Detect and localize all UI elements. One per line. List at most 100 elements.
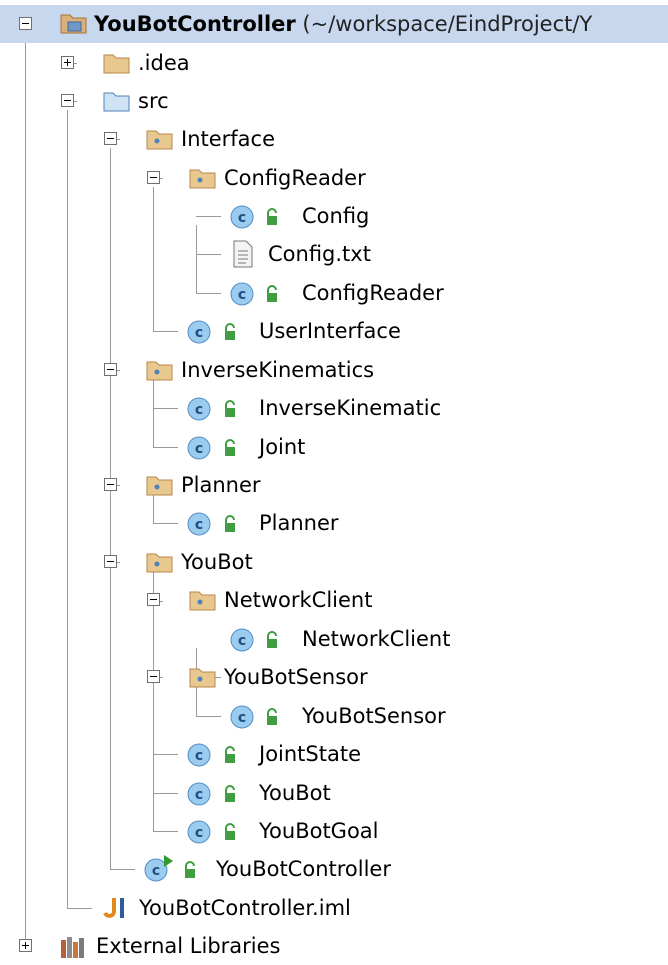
- tree-node-label: YouBotController: [216, 857, 391, 881]
- tree-node-label: YouBotSensor: [224, 665, 368, 689]
- tree-node-label: NetworkClient: [224, 588, 373, 612]
- tree-node-label: YouBot: [259, 781, 331, 805]
- package-icon: [146, 473, 174, 502]
- expand-toggle[interactable]: [19, 939, 32, 952]
- public-access-icon: [222, 822, 238, 846]
- svg-text:c: c: [238, 710, 246, 726]
- public-access-icon: [222, 514, 238, 538]
- svg-text:c: c: [238, 210, 246, 226]
- collapse-toggle[interactable]: [104, 555, 117, 568]
- library-icon: [59, 934, 89, 965]
- class-icon: c: [186, 319, 214, 350]
- collapse-toggle[interactable]: [147, 593, 160, 606]
- public-access-icon: [222, 784, 238, 808]
- tree-node-label: Joint: [259, 435, 306, 459]
- class-icon: c: [229, 627, 257, 658]
- class-icon: c: [186, 435, 214, 466]
- tree-node-configreader-package[interactable]: ConfigReader: [0, 159, 668, 197]
- tree-node-joint-class[interactable]: c Joint: [0, 428, 668, 466]
- collapse-toggle[interactable]: [104, 132, 117, 145]
- public-access-icon: [222, 438, 238, 462]
- tree-node-label: YouBotGoal: [259, 819, 379, 843]
- tree-node-label: YouBotSensor: [302, 704, 446, 728]
- tree-node-external-libraries[interactable]: External Libraries: [0, 927, 668, 965]
- package-icon: [189, 665, 217, 694]
- tree-node-configreader-class[interactable]: c ConfigReader: [0, 274, 668, 312]
- tree-node-inversekinematic-class[interactable]: c InverseKinematic: [0, 389, 668, 427]
- tree-node-root[interactable]: YouBotController (~/workspace/EindProjec…: [0, 5, 668, 43]
- class-icon: c: [229, 281, 257, 312]
- public-access-icon: [222, 745, 238, 769]
- tree-node-youbotcontroller-class[interactable]: c YouBotController: [0, 850, 668, 888]
- svg-text:c: c: [195, 402, 203, 418]
- tree-node-label: .idea: [138, 51, 190, 75]
- project-tree: YouBotController (~/workspace/EindProjec…: [0, 0, 668, 959]
- tree-node-jointstate-class[interactable]: c JointState: [0, 735, 668, 773]
- svg-text:c: c: [152, 863, 160, 879]
- module-folder-icon: [60, 11, 88, 40]
- tree-node-config-txt[interactable]: Config.txt: [0, 235, 668, 273]
- root-module-path: (~/workspace/EindProject/Y: [295, 12, 593, 36]
- svg-text:c: c: [238, 287, 246, 303]
- tree-node-label: Config.txt: [268, 242, 371, 266]
- tree-node-label: ConfigReader: [302, 281, 444, 305]
- tree-node-youbot-class[interactable]: c YouBot: [0, 774, 668, 812]
- tree-node-label: External Libraries: [96, 934, 281, 958]
- public-access-icon: [182, 860, 198, 884]
- tree-node-label: JointState: [259, 742, 362, 766]
- tree-node-label: InverseKinematic: [259, 396, 442, 420]
- tree-node-label: InverseKinematics: [181, 358, 375, 382]
- tree-node-src[interactable]: src: [0, 82, 668, 120]
- folder-icon: [103, 51, 131, 80]
- public-access-icon: [222, 322, 238, 346]
- svg-text:c: c: [195, 517, 203, 533]
- svg-text:c: c: [195, 787, 203, 803]
- tree-node-label: Interface: [181, 127, 276, 151]
- svg-text:c: c: [195, 825, 203, 841]
- package-icon: [189, 166, 217, 195]
- tree-node-label: YouBot: [181, 550, 253, 574]
- collapse-toggle[interactable]: [61, 94, 74, 107]
- collapse-toggle[interactable]: [19, 17, 32, 30]
- class-icon: c: [186, 511, 214, 542]
- tree-node-label: YouBotController.iml: [139, 896, 351, 920]
- tree-node-label: Config: [302, 204, 370, 228]
- class-icon: c: [186, 396, 214, 427]
- collapse-toggle[interactable]: [104, 478, 117, 491]
- tree-node-config-class[interactable]: c Config: [0, 197, 668, 235]
- public-access-icon: [222, 399, 238, 423]
- tree-node-planner-class[interactable]: c Planner: [0, 504, 668, 542]
- tree-node-youbotsensor-class[interactable]: c YouBotSensor: [0, 697, 668, 735]
- collapse-toggle[interactable]: [147, 670, 160, 683]
- expand-toggle[interactable]: [61, 56, 74, 69]
- tree-node-iml-file[interactable]: YouBotController.iml: [0, 889, 668, 927]
- public-access-icon: [264, 207, 280, 231]
- tree-node-label: ConfigReader: [224, 166, 366, 190]
- tree-node-youbotsensor-package[interactable]: YouBotSensor: [0, 658, 668, 696]
- class-icon: c: [229, 204, 257, 235]
- tree-node-networkclient-class[interactable]: c NetworkClient: [0, 620, 668, 658]
- package-icon: [146, 127, 174, 156]
- tree-node-youbot-package[interactable]: YouBot: [0, 543, 668, 581]
- tree-node-youbotgoal-class[interactable]: c YouBotGoal: [0, 812, 668, 850]
- collapse-toggle[interactable]: [147, 171, 160, 184]
- package-icon: [146, 358, 174, 387]
- tree-node-planner-package[interactable]: Planner: [0, 466, 668, 504]
- class-icon: c: [186, 781, 214, 812]
- collapse-toggle[interactable]: [104, 363, 117, 376]
- tree-node-inversekinematics-package[interactable]: InverseKinematics: [0, 351, 668, 389]
- class-icon: c: [186, 742, 214, 773]
- runnable-class-icon: c: [143, 854, 175, 889]
- tree-node-label: src: [138, 89, 169, 113]
- svg-text:c: c: [195, 441, 203, 457]
- tree-node-userinterface-class[interactable]: c UserInterface: [0, 312, 668, 350]
- tree-node-interface[interactable]: Interface: [0, 120, 668, 158]
- root-module-name: YouBotController: [94, 12, 296, 36]
- svg-text:c: c: [238, 633, 246, 649]
- package-icon: [146, 550, 174, 579]
- tree-node-networkclient-package[interactable]: NetworkClient: [0, 581, 668, 619]
- package-icon: [189, 588, 217, 617]
- tree-node-label: UserInterface: [259, 319, 401, 343]
- tree-node-label: Planner: [181, 473, 261, 497]
- tree-node-idea[interactable]: .idea: [0, 44, 668, 82]
